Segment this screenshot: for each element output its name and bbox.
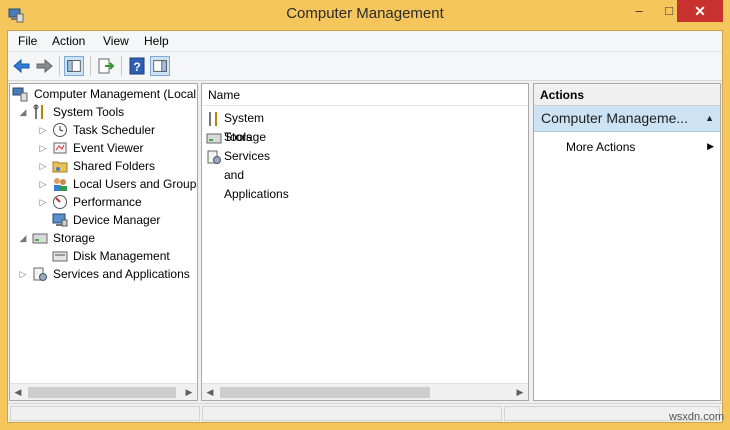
toolbar-separator (121, 56, 122, 76)
show-hide-action-pane-icon[interactable] (150, 56, 170, 76)
menu-bar: File Action View Help (8, 31, 722, 52)
collapse-up-icon[interactable]: ▲ (705, 113, 714, 123)
menu-view[interactable]: View (103, 34, 129, 48)
users-icon (54, 178, 67, 191)
console-tree[interactable]: Computer Management (Local ◢ System Tool… (9, 83, 198, 401)
tools-icon (209, 112, 217, 126)
scroll-right-icon[interactable]: ▶ (181, 384, 197, 400)
menu-action[interactable]: Action (52, 34, 85, 48)
minimize-button[interactable]: – (622, 0, 656, 22)
device-manager-icon (52, 213, 68, 227)
tree-label: Device Manager (73, 213, 161, 227)
results-pane[interactable]: Name System Tools Storage Services and A… (201, 83, 529, 401)
list-item-label: Services and Applications (224, 149, 289, 201)
show-hide-console-tree-icon[interactable] (64, 56, 84, 76)
shared-folder-icon (52, 161, 68, 173)
menu-help[interactable]: Help (144, 34, 169, 48)
window-title: Computer Management (286, 5, 444, 22)
results-horizontal-scrollbar[interactable]: ◀ ▶ (202, 383, 528, 400)
client-area: File Action View Help ? Computer Managem… (7, 30, 723, 423)
status-segment (202, 406, 502, 421)
collapse-arrow-icon[interactable]: ◢ (18, 103, 28, 121)
clock-icon (53, 123, 67, 137)
expand-arrow-icon[interactable]: ▷ (18, 265, 28, 283)
menu-file[interactable]: File (18, 34, 37, 48)
expand-arrow-icon[interactable]: ▷ (38, 157, 48, 175)
window: Computer Management – □ ✕ File Action Vi… (0, 0, 730, 430)
more-actions-link[interactable]: More Actions (566, 140, 635, 154)
submenu-arrow-icon[interactable]: ▶ (707, 141, 714, 152)
tree-horizontal-scrollbar[interactable]: ◀ ▶ (10, 383, 197, 400)
actions-header-label: Actions (540, 88, 585, 102)
watermark: wsxdn.com (668, 411, 724, 423)
actions-section-computer-management[interactable]: Computer Manageme... ▲ (534, 106, 720, 132)
scroll-left-icon[interactable]: ◀ (10, 384, 26, 400)
column-header-label: Name (208, 88, 241, 102)
services-icon (207, 150, 221, 164)
tree-label: Services and Applications (53, 267, 190, 281)
storage-icon (32, 233, 48, 244)
status-bar (8, 403, 722, 422)
tree-label: Task Scheduler (73, 123, 156, 137)
expand-arrow-icon[interactable]: ▷ (38, 121, 48, 139)
scroll-right-icon[interactable]: ▶ (512, 384, 528, 400)
tree-label: Computer Management (Local (34, 87, 197, 101)
tree-label: Event Viewer (73, 141, 144, 155)
back-arrow-icon[interactable] (12, 56, 32, 76)
tree-label: Local Users and Groups (73, 177, 198, 191)
expand-arrow-icon[interactable]: ▷ (38, 193, 48, 211)
toolbar-separator (59, 56, 60, 76)
list-item-label: Storage (224, 130, 267, 144)
toolbar: ? (8, 52, 722, 81)
svg-text:?: ? (133, 60, 140, 74)
tools-icon (33, 104, 43, 119)
tree-label: Storage (53, 231, 96, 245)
actions-header: Actions (534, 84, 720, 106)
scroll-left-icon[interactable]: ◀ (202, 384, 218, 400)
tree-label: Performance (73, 195, 142, 209)
actions-section-label: Computer Manageme... (541, 110, 689, 126)
collapse-arrow-icon[interactable]: ◢ (18, 229, 28, 247)
help-icon[interactable]: ? (127, 56, 147, 76)
toolbar-separator (90, 56, 91, 76)
scroll-thumb[interactable] (28, 387, 176, 398)
expand-arrow-icon[interactable]: ▷ (38, 175, 48, 193)
status-segment (10, 406, 200, 421)
title-bar[interactable]: Computer Management – □ ✕ (0, 0, 730, 30)
storage-icon (206, 133, 222, 144)
expand-arrow-icon[interactable]: ▷ (38, 139, 48, 157)
column-header-name[interactable]: Name (202, 84, 528, 106)
export-list-icon[interactable] (96, 56, 116, 76)
forward-arrow-icon[interactable] (34, 56, 54, 76)
tree-label: Disk Management (73, 249, 170, 263)
close-button[interactable]: ✕ (677, 0, 723, 22)
disk-management-icon (52, 251, 68, 262)
tree-label: System Tools (53, 105, 125, 119)
tree-label: Shared Folders (73, 159, 156, 173)
scroll-thumb[interactable] (220, 387, 430, 398)
actions-pane: Actions Computer Manageme... ▲ More Acti… (533, 83, 721, 401)
computer-management-icon (12, 87, 28, 102)
performance-icon (53, 195, 67, 209)
services-icon (33, 267, 47, 281)
event-viewer-icon (53, 142, 67, 154)
